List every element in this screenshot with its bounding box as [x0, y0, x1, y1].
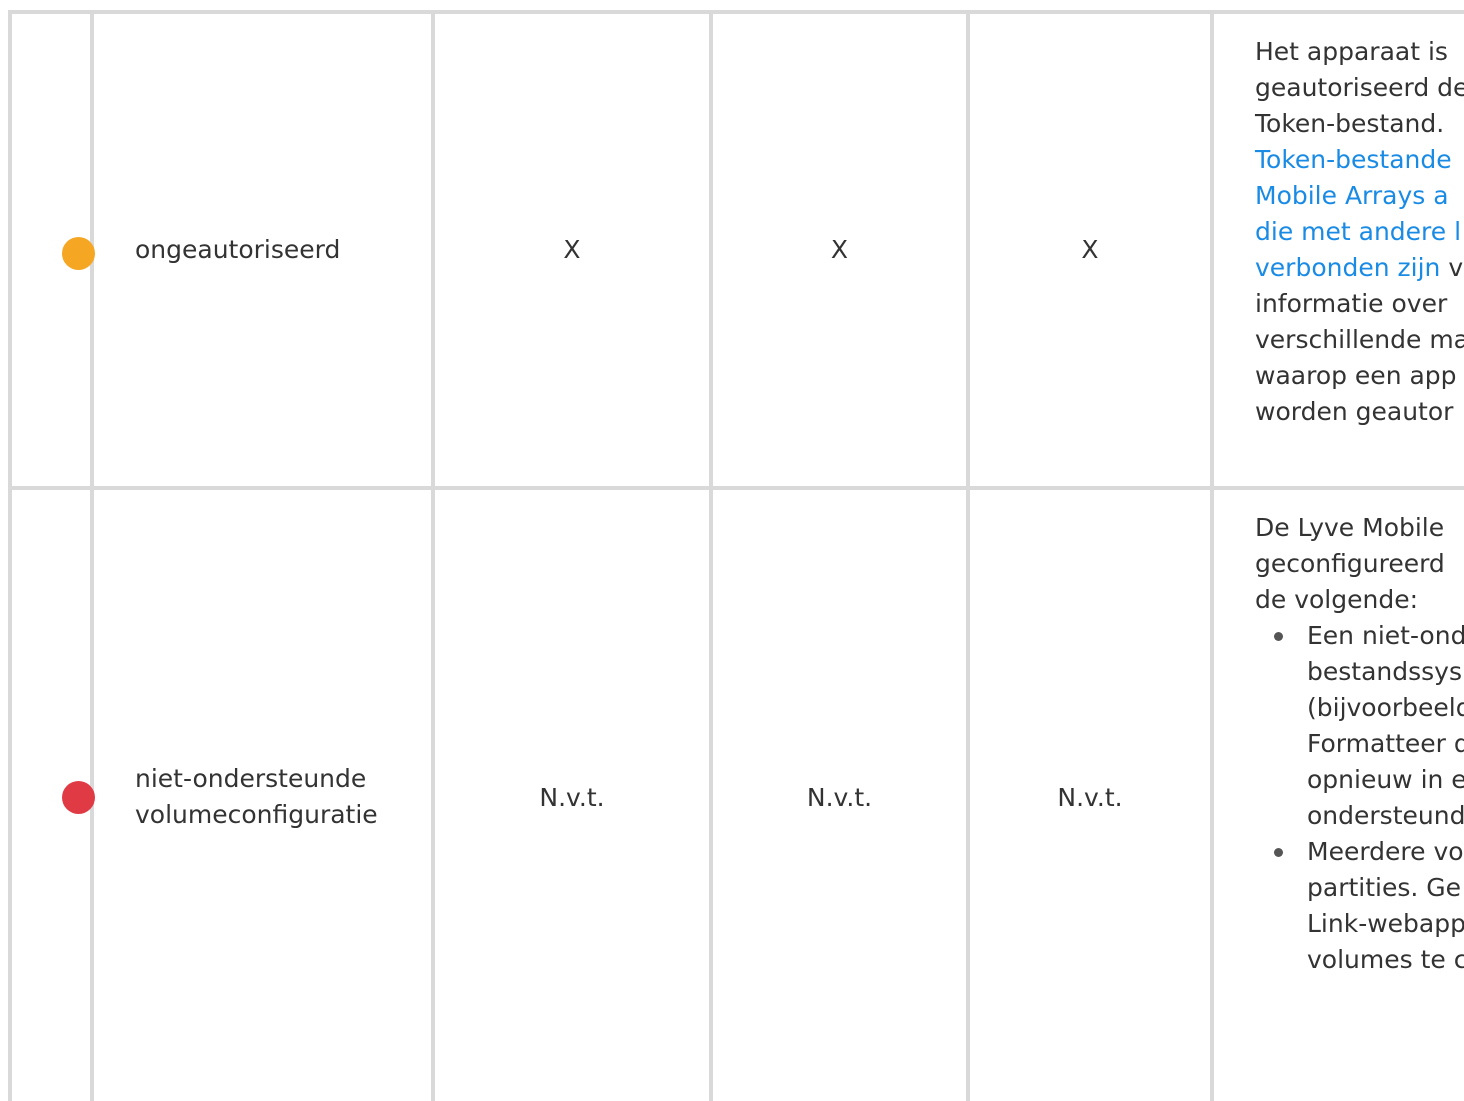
description-line: verschillende ma: [1255, 325, 1464, 354]
description-line: waarop een app: [1255, 361, 1457, 390]
value-label: N.v.t.: [539, 783, 605, 812]
description-line: geconfigureerd: [1255, 549, 1445, 578]
value-label: N.v.t.: [806, 783, 873, 812]
row-divider: [8, 486, 1464, 490]
description-line: bestandssys: [1307, 657, 1462, 686]
value-cell: X: [713, 14, 966, 486]
value-cell: X: [435, 14, 709, 486]
token-files-link[interactable]: verbonden zijn: [1255, 253, 1440, 282]
description-line: Meerdere vo: [1307, 837, 1464, 866]
value-label: X: [563, 235, 581, 264]
description-line: informatie over: [1255, 289, 1448, 318]
description-line: Token-bestand.: [1255, 109, 1445, 138]
value-label: X: [1081, 235, 1099, 264]
value-cell: N.v.t.: [970, 778, 1210, 818]
value-cell: N.v.t.: [713, 778, 966, 818]
description-line: geautoriseerd de: [1255, 73, 1464, 102]
table-border-left: [8, 10, 12, 1101]
state-label: ongeautoriseerd: [135, 235, 341, 264]
value-cell: X: [970, 14, 1210, 486]
description-line: (bijvoorbeeld: [1307, 693, 1464, 722]
description-line: partities. Ge: [1307, 873, 1462, 902]
state-cell: niet-ondersteunde volumeconfiguratie: [135, 760, 425, 834]
description-line: worden geautor: [1255, 397, 1454, 426]
description-line: Een niet-ond: [1307, 621, 1464, 650]
description-cell: De Lyve Mobile geconfigureerd de volgend…: [1255, 510, 1464, 978]
description-line: Link-webapp: [1307, 909, 1464, 938]
column-divider: [90, 10, 94, 1101]
description-cell: Het apparaat is geautoriseerd de Token-b…: [1255, 34, 1464, 430]
description-line: Het apparaat is: [1255, 37, 1448, 66]
description-line: ondersteund: [1307, 801, 1464, 830]
list-item: Meerdere vo partities. Ge Link-webapp vo…: [1274, 834, 1464, 978]
description-line: de volgende:: [1255, 585, 1419, 614]
column-divider: [1210, 10, 1214, 1101]
description-text: v: [1440, 253, 1464, 282]
value-cell: N.v.t.: [435, 778, 709, 818]
state-label: niet-ondersteunde: [135, 764, 367, 793]
status-dot-orange-icon: [62, 237, 95, 270]
state-cell: ongeautoriseerd: [135, 14, 425, 486]
description-line: volumes te c: [1307, 945, 1464, 974]
value-label: N.v.t.: [1057, 783, 1123, 812]
list-item: Een niet-ond bestandssys (bijvoorbeeld F…: [1274, 618, 1464, 834]
state-label: volumeconfiguratie: [135, 800, 378, 829]
token-files-link[interactable]: Token-bestande: [1255, 145, 1452, 174]
description-line: opnieuw in e: [1307, 765, 1464, 794]
token-files-link[interactable]: Mobile Arrays a: [1255, 181, 1449, 210]
status-dot-red-icon: [62, 781, 95, 814]
value-label: X: [830, 235, 849, 264]
description-line: Formatteer d: [1307, 729, 1464, 758]
token-files-link[interactable]: die met andere l: [1255, 217, 1461, 246]
description-list: Een niet-ond bestandssys (bijvoorbeeld F…: [1255, 618, 1464, 978]
description-line: De Lyve Mobile: [1255, 513, 1445, 542]
